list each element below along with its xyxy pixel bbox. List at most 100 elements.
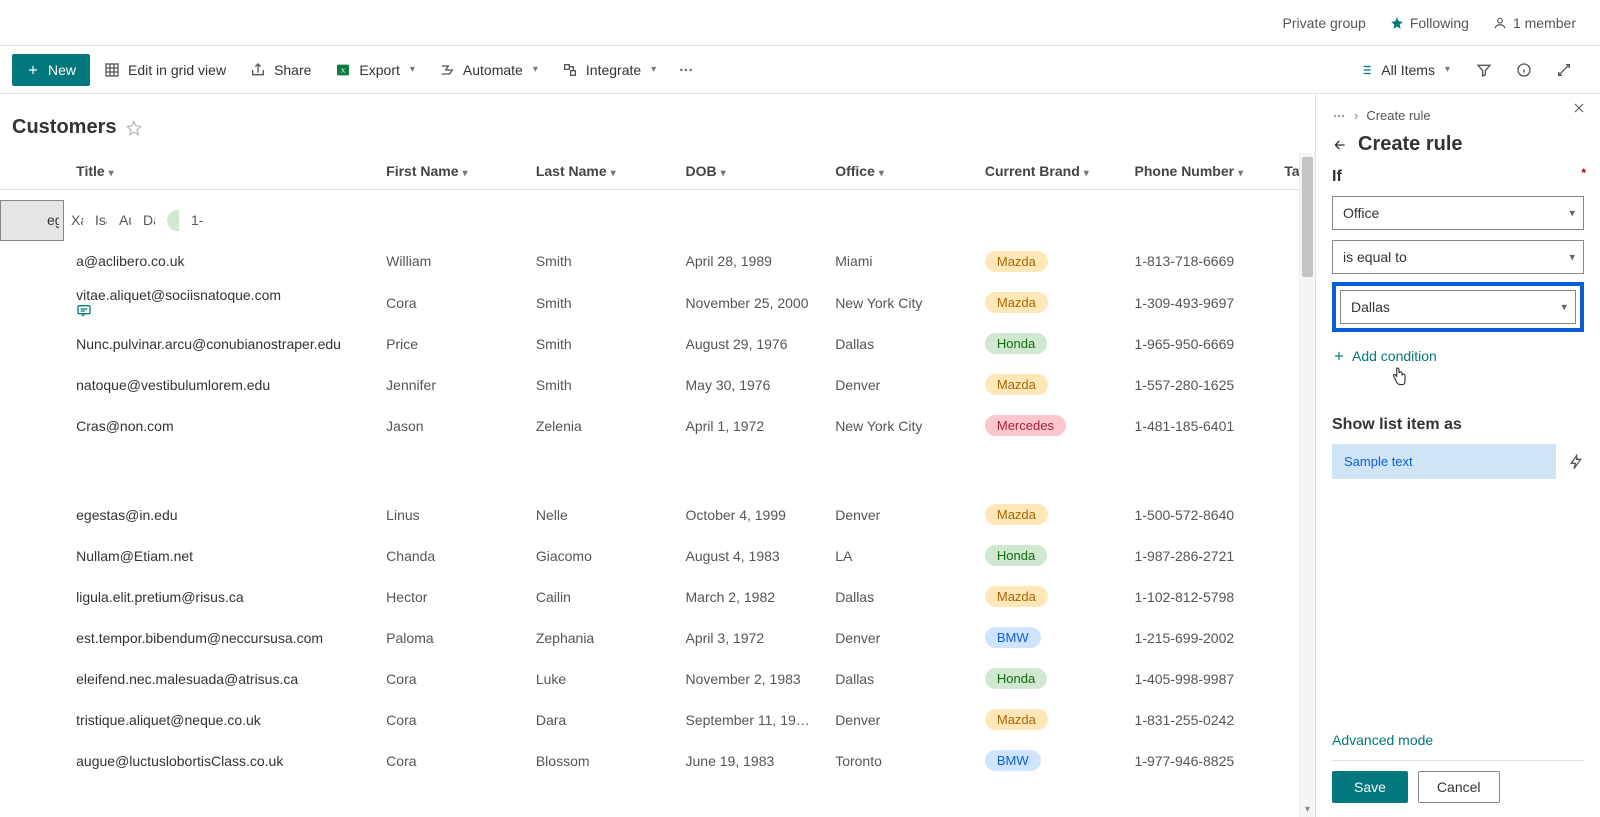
cell: William [374, 241, 524, 282]
table-row[interactable]: a@aclibero.co.ukWilliamSmithApril 28, 19… [0, 241, 1315, 282]
cell: 1-405-998-9987 [1123, 658, 1273, 699]
cell: a@aclibero.co.uk [64, 241, 374, 282]
table-row[interactable]: Nullam@Etiam.netChandaGiacomoAugust 4, 1… [0, 535, 1315, 576]
crumb-label[interactable]: Create rule [1366, 108, 1430, 123]
cell: Cailin [524, 576, 674, 617]
cell: tristique.aliquet@neque.co.uk [64, 699, 374, 740]
cell: Smith [524, 282, 674, 323]
col-brand[interactable]: Current Brand▾ [973, 153, 1123, 190]
advanced-mode-link[interactable]: Advanced mode [1332, 732, 1584, 748]
favorite-star-icon[interactable] [126, 120, 142, 136]
scroll-thumb[interactable] [1302, 157, 1313, 277]
col-first[interactable]: First Name▾ [374, 153, 524, 190]
info-button[interactable] [1508, 54, 1540, 86]
close-icon [1572, 101, 1586, 115]
cell: vitae.aliquet@sociisnatoque.com [64, 282, 374, 323]
cell: Cora [374, 282, 524, 323]
private-group-label: Private group [1283, 15, 1366, 31]
ellipsis-icon[interactable] [1332, 109, 1346, 123]
meta-bar: Private group Following 1 member [0, 0, 1600, 46]
table-row[interactable]: egestas@in.eduLinusNelleOctober 4, 1999D… [0, 494, 1315, 535]
expand-button[interactable] [1548, 54, 1580, 86]
field-select[interactable]: Office ▾ [1332, 196, 1584, 230]
value-select[interactable]: Dallas ▾ [1340, 290, 1576, 324]
share-icon [250, 62, 266, 78]
cell: Mazda [973, 576, 1123, 617]
close-button[interactable] [1566, 100, 1592, 116]
table-row[interactable]: natoque@vestibulumlorem.eduJenniferSmith… [0, 364, 1315, 405]
view-switcher[interactable]: All Items ▾ [1349, 54, 1460, 86]
scroll-down-icon[interactable]: ▾ [1300, 801, 1315, 817]
cell: Luke [524, 658, 674, 699]
integrate-button[interactable]: Integrate ▾ [552, 54, 666, 86]
format-button[interactable] [1568, 454, 1584, 470]
overflow-button[interactable] [670, 54, 702, 86]
cell: 1-215-699-2002 [1123, 617, 1273, 658]
grid-icon [104, 62, 120, 78]
following-toggle[interactable]: Following [1390, 15, 1469, 31]
cell: April 28, 1989 [674, 241, 824, 282]
cell [0, 241, 64, 282]
save-button[interactable]: Save [1332, 771, 1408, 803]
info-icon [1516, 62, 1532, 78]
col-office[interactable]: Office▾ [823, 153, 973, 190]
cell: Denver [823, 699, 973, 740]
table-row[interactable]: augue@luctuslobortisClass.co.ukCoraBloss… [0, 740, 1315, 781]
col-phone[interactable]: Phone Number▾ [1123, 153, 1273, 190]
table-row[interactable]: eleifend.nec.malesuada@atrisus.caCoraLuk… [0, 658, 1315, 699]
automate-button[interactable]: Automate ▾ [429, 54, 548, 86]
cell [0, 699, 64, 740]
cell: est.tempor.bibendum@neccursusa.com [64, 617, 374, 658]
cell: BMW [973, 617, 1123, 658]
cell: 1-500-572-8640 [1123, 494, 1273, 535]
value-text: Dallas [1351, 299, 1390, 315]
main-content: Customers [0, 94, 1315, 817]
cancel-button[interactable]: Cancel [1418, 771, 1500, 803]
add-condition-button[interactable]: Add condition [1332, 348, 1584, 364]
table-row[interactable]: ligula.elit.pretium@risus.caHectorCailin… [0, 576, 1315, 617]
chevron-down-icon: ▾ [1445, 64, 1450, 75]
back-button[interactable] [1332, 137, 1348, 153]
table-row[interactable]: Nunc.pulvinar.arcu@conubianostraper.eduP… [0, 323, 1315, 364]
cell: Honda [973, 535, 1123, 576]
edit-grid-button[interactable]: Edit in grid view [94, 54, 236, 86]
cell: Denver [823, 364, 973, 405]
filter-icon [1476, 62, 1492, 78]
members-link[interactable]: 1 member [1493, 15, 1576, 31]
cell: Jason [374, 405, 524, 446]
table-row[interactable]: Cras@non.comJasonZeleniaApril 1, 1972New… [0, 405, 1315, 446]
table-row[interactable]: eget.dictum.placerat@mattis.caXanderIsab… [0, 200, 64, 241]
share-button[interactable]: Share [240, 54, 321, 86]
table-row[interactable]: est.tempor.bibendum@neccursusa.comPaloma… [0, 617, 1315, 658]
col-dob[interactable]: DOB▾ [674, 153, 824, 190]
cell: Nullam@Etiam.net [64, 535, 374, 576]
table-row[interactable]: tristique.aliquet@neque.co.ukCoraDaraSep… [0, 699, 1315, 740]
cell [11, 220, 35, 221]
operator-select[interactable]: is equal to ▾ [1332, 240, 1584, 274]
brand-pill: Honda [985, 545, 1047, 566]
cell: June 19, 1983 [674, 740, 824, 781]
table-row[interactable]: vitae.aliquet@sociisnatoque.comCoraSmith… [0, 282, 1315, 323]
col-select[interactable] [0, 153, 64, 190]
star-icon [1390, 16, 1404, 30]
cell: Honda [973, 658, 1123, 699]
cell: 1-995-789-5956 [179, 212, 203, 229]
cell: November 25, 2000 [674, 282, 824, 323]
cell: May 30, 1976 [674, 364, 824, 405]
cell: Denver [823, 494, 973, 535]
comment-icon[interactable] [76, 303, 362, 319]
cell-title: augue@luctuslobortisClass.co.uk [76, 753, 283, 769]
brand-pill: Mercedes [985, 415, 1066, 436]
sample-preview[interactable]: Sample text [1332, 444, 1556, 479]
export-button[interactable]: X Export ▾ [325, 54, 425, 86]
new-button[interactable]: New [12, 54, 90, 86]
cell: BMW [973, 740, 1123, 781]
cell: Giacomo [524, 535, 674, 576]
col-title[interactable]: Title▾ [64, 153, 374, 190]
vertical-scrollbar[interactable]: ▾ [1299, 153, 1315, 817]
operator-value: is equal to [1343, 249, 1407, 265]
filter-button[interactable] [1468, 54, 1500, 86]
cell: August 15, 1988 [107, 212, 131, 229]
cell: egestas@in.edu [64, 494, 374, 535]
col-last[interactable]: Last Name▾ [524, 153, 674, 190]
